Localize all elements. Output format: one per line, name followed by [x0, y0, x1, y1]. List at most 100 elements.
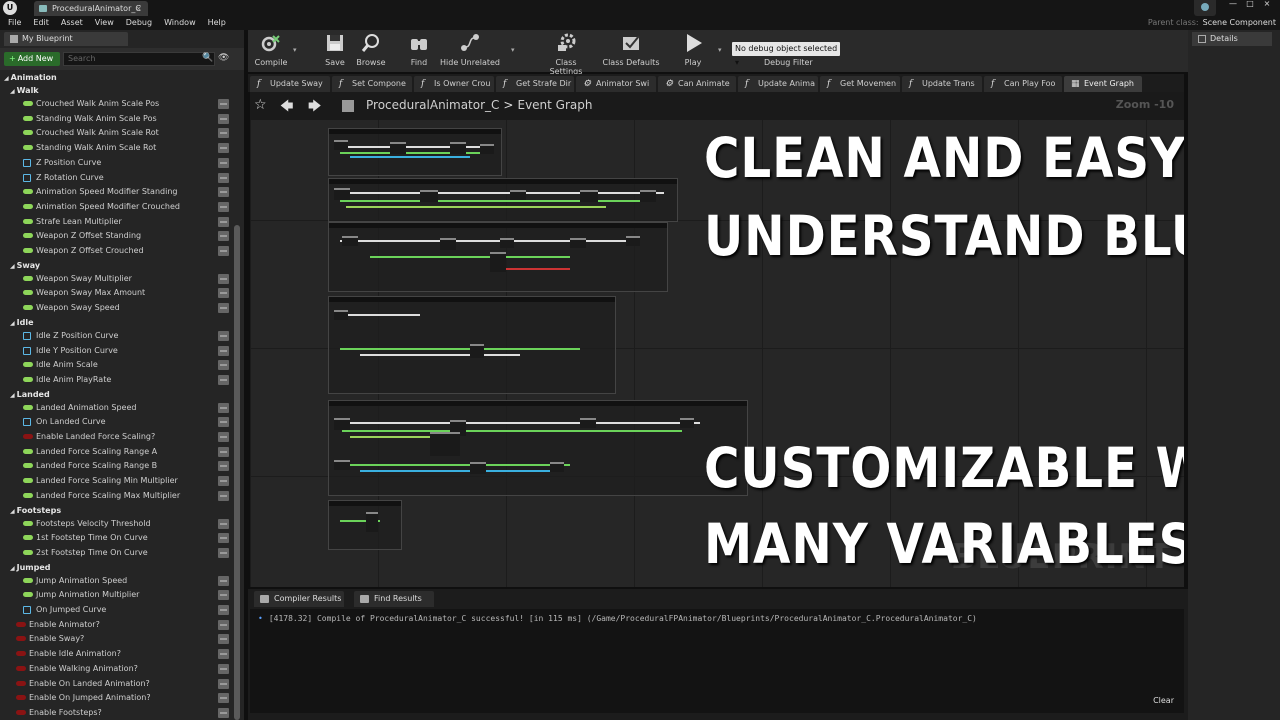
variable-item[interactable]: Landed Force Scaling Min Multiplier — [0, 474, 232, 488]
category-header[interactable]: ◢ Jumped — [10, 561, 51, 574]
category-header[interactable]: ◢ Animation — [4, 71, 57, 84]
visibility-toggle-icon[interactable] — [218, 476, 229, 487]
find-button[interactable]: Find — [404, 32, 434, 67]
tab-can-animate[interactable]: ⚙ Can Animate — [658, 76, 736, 92]
variable-item[interactable]: Standing Walk Anim Scale Pos — [0, 112, 232, 126]
parent-class-value[interactable]: Scene Component — [1203, 18, 1276, 27]
variable-item[interactable]: On Jumped Curve — [0, 603, 232, 617]
event-graph-canvas[interactable]: ☆ 🡄 🡆 ProceduralAnimator_C > Event Graph Z… — [250, 92, 1184, 587]
graph-node[interactable] — [470, 462, 486, 474]
variable-item[interactable]: Enable Footsteps? — [0, 706, 232, 720]
graph-node[interactable] — [580, 190, 598, 202]
graph-node[interactable] — [570, 238, 586, 248]
visibility-toggle-icon[interactable] — [218, 663, 229, 674]
variable-item[interactable]: Landed Force Scaling Range A — [0, 445, 232, 459]
add-new-button[interactable]: + Add New — [4, 52, 60, 66]
my-blueprint-tab[interactable]: My Blueprint — [4, 32, 128, 46]
tab-set-compone[interactable]: f Set Compone — [332, 76, 412, 92]
variable-item[interactable]: Landed Force Scaling Max Multiplier — [0, 489, 232, 503]
menu-file[interactable]: File — [0, 16, 27, 30]
tab-animator-swi[interactable]: ⚙ Animator Swi — [576, 76, 656, 92]
tab-get-strafe-dir[interactable]: f Get Strafe Dir — [496, 76, 574, 92]
tab-can-play-foo[interactable]: f Can Play Foo — [984, 76, 1062, 92]
visibility-toggle-icon[interactable] — [218, 172, 229, 183]
category-header[interactable]: ◢ Footsteps — [10, 504, 61, 517]
minimize-button[interactable]: — — [1226, 0, 1240, 8]
visibility-toggle-icon[interactable] — [218, 693, 229, 704]
close-tab-icon[interactable]: × — [135, 1, 142, 16]
graph-node[interactable] — [440, 238, 456, 250]
visibility-toggle-icon[interactable] — [218, 649, 229, 660]
menu-asset[interactable]: Asset — [55, 16, 89, 30]
visibility-toggle-icon[interactable] — [218, 113, 229, 124]
visibility-toggle-icon[interactable] — [218, 360, 229, 371]
visibility-toggle-icon[interactable] — [218, 330, 229, 341]
variable-item[interactable]: Weapon Sway Max Amount — [0, 286, 232, 300]
variable-item[interactable]: Animation Speed Modifier Standing — [0, 185, 232, 199]
variable-item[interactable]: Idle Y Position Curve — [0, 344, 232, 358]
class-defaults-button[interactable]: Class Defaults — [602, 32, 660, 67]
variable-item[interactable]: Enable On Landed Animation? — [0, 677, 232, 691]
variable-item[interactable]: Jump Animation Multiplier — [0, 588, 232, 602]
play-options-caret[interactable]: ▾ — [718, 46, 722, 54]
visibility-toggle-icon[interactable] — [218, 575, 229, 586]
visibility-toggle-icon[interactable] — [218, 374, 229, 385]
hide-unrelated-button[interactable]: Hide Unrelated — [440, 32, 500, 67]
category-header[interactable]: ◢ Idle — [10, 316, 34, 329]
variable-item[interactable]: Idle Anim Scale — [0, 358, 232, 372]
variable-item[interactable]: Enable Animator? — [0, 618, 232, 632]
variable-item[interactable]: Weapon Z Offset Standing — [0, 229, 232, 243]
visibility-toggle-icon[interactable] — [218, 547, 229, 558]
visibility-toggle-icon[interactable] — [218, 231, 229, 242]
graph-node[interactable] — [550, 462, 564, 472]
play-button[interactable]: Play — [678, 32, 708, 67]
favorite-star-icon[interactable]: ☆ — [254, 97, 267, 113]
search-icon[interactable]: 🔍 — [202, 53, 213, 64]
graph-node[interactable] — [640, 190, 656, 202]
visibility-toggle-icon[interactable] — [218, 288, 229, 299]
variable-item[interactable]: Weapon Z Offset Crouched — [0, 244, 232, 258]
maximize-button[interactable]: □ — [1243, 0, 1257, 8]
visibility-toggle-icon[interactable] — [218, 461, 229, 472]
variable-item[interactable]: Idle Z Position Curve — [0, 329, 232, 343]
graph-node[interactable] — [334, 188, 350, 200]
variable-item[interactable]: Enable Walking Animation? — [0, 662, 232, 676]
document-tab[interactable]: ProceduralAnimator_C × — [34, 1, 148, 16]
variable-item[interactable]: Strafe Lean Multiplier — [0, 215, 232, 229]
variable-item[interactable]: Landed Force Scaling Range B — [0, 459, 232, 473]
variable-item[interactable]: Z Rotation Curve — [0, 171, 232, 185]
browse-button[interactable]: Browse — [354, 32, 388, 67]
visibility-toggle-icon[interactable] — [218, 619, 229, 630]
graph-node[interactable] — [450, 142, 466, 154]
graph-node[interactable] — [470, 344, 484, 358]
visibility-toggle-icon[interactable] — [218, 678, 229, 689]
visibility-toggle-icon[interactable] — [218, 345, 229, 356]
variable-item[interactable]: Crouched Walk Anim Scale Pos — [0, 97, 232, 111]
variable-item[interactable]: Enable Sway? — [0, 632, 232, 646]
tab-update-sway[interactable]: f Update Sway — [250, 76, 330, 92]
tab-is-owner-crou[interactable]: f Is Owner Crou — [414, 76, 494, 92]
variable-item[interactable]: Landed Animation Speed — [0, 401, 232, 415]
debug-object-select[interactable]: No debug object selected ▾ — [732, 42, 840, 67]
clear-button[interactable]: Clear — [1153, 696, 1174, 705]
visibility-toggle-icon[interactable] — [218, 605, 229, 615]
category-header[interactable]: ◢ Walk — [10, 84, 39, 97]
menu-help[interactable]: Help — [202, 16, 232, 30]
variable-item[interactable]: 1st Footstep Time On Curve — [0, 531, 232, 545]
menu-window[interactable]: Window — [158, 16, 202, 30]
variable-item[interactable]: Weapon Sway Multiplier — [0, 272, 232, 286]
variable-item[interactable]: Jump Animation Speed — [0, 574, 232, 588]
tab-event-graph[interactable]: ▦ Event Graph — [1064, 76, 1142, 92]
menu-debug[interactable]: Debug — [120, 16, 158, 30]
graph-node[interactable] — [500, 238, 514, 248]
visibility-toggle-icon[interactable] — [218, 216, 229, 227]
variable-item[interactable]: Enable Landed Force Scaling? — [0, 430, 232, 444]
graph-node[interactable] — [490, 252, 506, 272]
breadcrumb-class[interactable]: ProceduralAnimator_C — [366, 98, 499, 112]
tab-update-trans[interactable]: f Update Trans — [902, 76, 982, 92]
variable-item[interactable]: Enable Idle Animation? — [0, 647, 232, 661]
tab-compiler-results[interactable]: Compiler Results — [254, 591, 344, 607]
forward-arrow-icon[interactable]: 🡆 — [308, 97, 321, 119]
menu-edit[interactable]: Edit — [27, 16, 55, 30]
save-button[interactable]: Save — [320, 32, 350, 67]
